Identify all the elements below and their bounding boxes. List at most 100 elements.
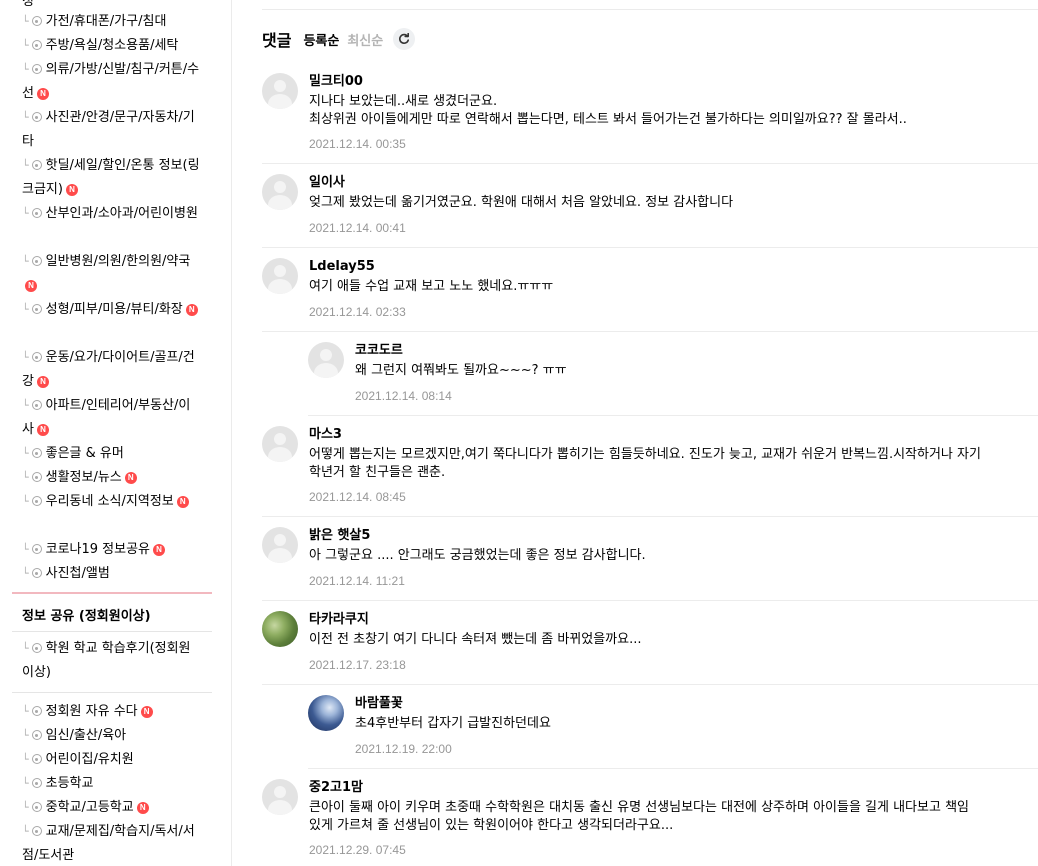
sidebar-item[interactable]: └ 초등학교 — [22, 772, 202, 796]
sidebar-item[interactable]: └ 정회원 자유 수다 N — [22, 700, 202, 724]
comment-text: 지나다 보았는데..새로 생겼더군요. 최상위권 아이들에게만 따로 연락해서 … — [309, 94, 907, 127]
comment-text: 엊그제 봤었는데 옮기거였군요. 학원애 대해서 처음 알았네요. 정보 감사합… — [309, 195, 734, 210]
sidebar-item[interactable]: └ 중학교/고등학교 N — [22, 796, 202, 820]
new-badge: N — [176, 496, 189, 508]
sidebar-item[interactable]: └ 핫딜/세일/할인/온통 정보(링크금지) N — [22, 154, 202, 202]
sort-latest-button[interactable]: 최신순 — [347, 30, 383, 49]
sidebar-item[interactable]: └ 일반병원/의원/한의원/약국 N — [22, 250, 202, 298]
avatar[interactable] — [308, 342, 344, 378]
avatar-head — [274, 80, 286, 92]
sidebar-item[interactable]: └ 가전/휴대폰/가구/침대 — [22, 10, 202, 34]
tree-branch-icon: └ — [22, 39, 29, 52]
sidebar-item[interactable]: └ 성형/피부/미용/뷰티/화장 N — [22, 298, 202, 322]
comment-item: 타카라쿠지 이전 전 초창기 여기 다니다 속터져 뺐는데 좀 바뀌었을까요...… — [262, 611, 1038, 685]
sidebar-item[interactable]: └ 아파트/인테리어/부동산/이사 N — [22, 394, 202, 442]
board-icon — [31, 643, 42, 653]
divider — [262, 9, 1038, 10]
avatar-head — [274, 433, 286, 445]
sidebar-item[interactable]: └ 생활정보/뉴스 N — [22, 466, 202, 490]
sidebar-item-label: 일반병원/의원/한의원/약국 — [45, 254, 191, 269]
comment-nickname[interactable]: 일이사 — [309, 174, 345, 192]
sidebar-item[interactable]: └ 임신/출산/육아 — [22, 724, 202, 748]
avatar-body — [268, 548, 292, 563]
sidebar-item-label: 정회원 자유 수다 — [45, 704, 138, 719]
avatar-body — [314, 363, 338, 378]
tree-branch-icon: └ — [22, 255, 29, 268]
sidebar-item[interactable]: └ 어린이집/유치원 — [22, 748, 202, 772]
avatar[interactable] — [262, 174, 298, 210]
tree-branch-icon: └ — [22, 825, 29, 838]
refresh-button[interactable] — [393, 28, 416, 50]
sidebar-item-label: 교재/문제집/학습지/독서/서점/도서관 — [22, 824, 195, 863]
sidebar-divider — [12, 592, 212, 594]
sidebar-item-label: 초등학교 — [45, 776, 94, 791]
comment-date: 2021.12.19. 22:00 — [355, 742, 452, 756]
sidebar-item[interactable]: └ 주방/욕실/청소용품/세탁 — [22, 34, 202, 58]
comment-nickname[interactable]: 코코도르 — [355, 342, 403, 360]
board-icon — [31, 400, 42, 410]
comment-text: 왜 그런지 여쭤봐도 될까요~~~? ㅠㅠ — [355, 363, 567, 378]
sidebar-item[interactable]: └ 의류/가방/신발/침구/커튼/수선 N — [22, 58, 202, 106]
sidebar-item[interactable]: └ 운동/요가/다이어트/골프/건강 N — [22, 346, 202, 394]
comment-date: 2021.12.14. 00:41 — [309, 221, 406, 235]
comment-nickname[interactable]: 밝은 햇살5 — [309, 527, 370, 545]
comment-date: 2021.12.29. 07:45 — [309, 843, 406, 857]
comment-nickname[interactable]: Ldelay55 — [309, 258, 375, 276]
avatar[interactable] — [262, 258, 298, 294]
comment-nickname[interactable]: 바람풀꽃 — [355, 695, 403, 713]
avatar-head — [274, 181, 286, 193]
tree-branch-icon: └ — [22, 399, 29, 412]
avatar[interactable] — [308, 695, 344, 731]
comment-nickname[interactable]: 마스3 — [309, 426, 342, 444]
sidebar-item[interactable]: └ 교재/문제집/학습지/독서/서점/도서관 — [22, 820, 202, 866]
avatar[interactable] — [262, 779, 298, 815]
board-icon — [31, 706, 42, 716]
comment-nickname[interactable]: 타카라쿠지 — [309, 611, 369, 629]
board-icon — [31, 352, 42, 362]
sidebar-item[interactable]: └ 산부인과/소아과/어린이병원 — [22, 202, 202, 226]
comment-nickname[interactable]: 밀크티00 — [309, 73, 363, 91]
board-icon — [31, 730, 42, 740]
comment-item: 밀크티00 지나다 보았는데..새로 생겼더군요. 최상위권 아이들에게만 따로 … — [262, 73, 1038, 164]
avatar[interactable] — [262, 527, 298, 563]
sidebar-item-label: 가전/휴대폰/가구/침대 — [45, 14, 167, 29]
avatar[interactable] — [262, 611, 298, 647]
sidebar-item-label: 좋은글 & 유머 — [45, 446, 124, 461]
tree-branch-icon: └ — [22, 543, 29, 556]
comment-nickname[interactable]: 중2고1맘 — [309, 779, 363, 797]
sidebar-item[interactable]: └ 사진관/안경/문구/자동차/기타 — [22, 106, 202, 154]
avatar[interactable] — [262, 73, 298, 109]
sidebar-item[interactable]: └ 우리동네 소식/지역정보 N — [22, 490, 202, 514]
board-icon — [31, 64, 42, 74]
comment-item: 밝은 햇살5 아 그렇군요 .... 안그래도 궁금했었는데 좋은 정보 감사합니… — [262, 527, 1038, 601]
avatar[interactable] — [262, 426, 298, 462]
comment-item: 마스3 어떻게 뽑는지는 모르겠지만,여기 쭉다니다가 뽑히기는 힘들듯하네요. … — [262, 426, 1038, 517]
sidebar-item[interactable]: └ 코로나19 정보공유 N — [22, 538, 202, 562]
tree-branch-icon: └ — [22, 471, 29, 484]
board-icon — [31, 112, 42, 122]
board-icon — [31, 208, 42, 218]
comment-date: 2021.12.14. 08:14 — [355, 389, 452, 403]
avatar-head — [274, 786, 286, 798]
sort-registered-button[interactable]: 등록순 — [303, 30, 339, 49]
sidebar-item-label: 학원 학교 학습후기(정회원이상) — [22, 641, 191, 680]
comment-header: 댓글 등록순 최신순 — [262, 28, 416, 50]
sidebar-item[interactable]: └ 좋은글 & 유머 — [22, 442, 202, 466]
comment-text: 큰아이 둘째 아이 키우며 초중때 수학학원은 대치동 출신 유명 선생님보다는… — [309, 800, 969, 833]
tree-branch-icon: └ — [22, 801, 29, 814]
comment-date: 2021.12.14. 11:21 — [309, 574, 405, 588]
board-icon — [31, 16, 42, 26]
comment-text: 여기 애들 수업 교재 보고 노노 했네요.ㅠㅠㅠ — [309, 279, 554, 294]
sidebar-section-title: 정보 공유 (정회원이상) — [22, 609, 151, 624]
tree-branch-icon: └ — [22, 495, 29, 508]
sidebar-divider — [12, 692, 212, 693]
comment-date: 2021.12.14. 08:45 — [309, 490, 406, 504]
new-badge: N — [36, 424, 49, 436]
sidebar-item[interactable]: └ 사진첩/앨범 — [22, 562, 202, 586]
tree-branch-icon: └ — [22, 447, 29, 460]
sidebar-item[interactable]: └ 학원 학교 학습후기(정회원이상) — [22, 637, 202, 685]
board-icon — [31, 778, 42, 788]
comment-item: 일이사엊그제 봤었는데 옮기거였군요. 학원애 대해서 처음 알았네요. 정보 … — [262, 174, 1038, 248]
avatar-head — [320, 349, 332, 361]
board-icon — [31, 472, 42, 482]
